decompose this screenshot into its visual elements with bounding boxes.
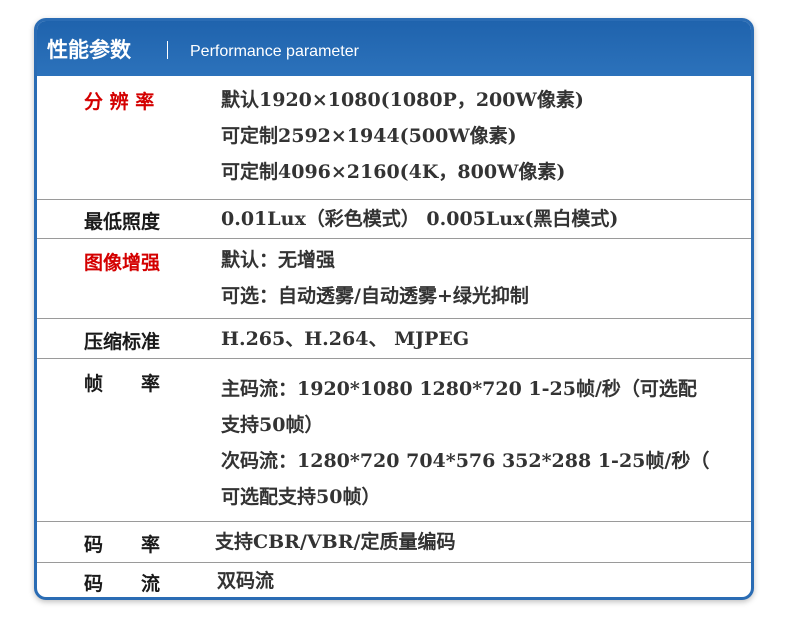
- spec-label: 分 辨 率: [84, 91, 155, 113]
- spec-value: 支持CBR/VBR/定质量编码: [215, 524, 455, 560]
- spec-row-image-enhancement: 图像增强 默认：无增强 可选：自动透雾/自动透雾+绿光抑制: [37, 239, 751, 319]
- spec-value-line: 主码流：1920*1080 1280*720 1-25帧/秒（可选配: [221, 378, 697, 400]
- card-header: 性能参数 Performance parameter: [37, 21, 751, 76]
- spec-row-min-illumination: 最低照度 0.01Lux（彩色模式） 0.005Lux(黑白模式): [37, 200, 751, 239]
- spec-value-line: 可选配支持50帧）: [221, 486, 381, 508]
- spec-value-line: 默认：无增强: [221, 249, 336, 271]
- spec-value: H.265、H.264、 MJPEG: [221, 321, 469, 357]
- spec-value-line: 0.01Lux（彩色模式） 0.005Lux(黑白模式): [221, 208, 619, 230]
- spec-value: 双码流: [217, 563, 275, 597]
- spec-label: 码 流: [84, 573, 161, 595]
- spec-row-bitrate: 码 率 支持CBR/VBR/定质量编码: [37, 522, 751, 563]
- spec-row-resolution: 分 辨 率 默认1920×1080(1080P，200W像素) 可定制2592×…: [37, 76, 751, 200]
- spec-row-stream: 码 流 双码流: [37, 563, 751, 597]
- spec-value: 0.01Lux（彩色模式） 0.005Lux(黑白模式): [221, 201, 618, 237]
- spec-value-line: 可选：自动透雾/自动透雾+绿光抑制: [221, 285, 529, 307]
- spec-value-line: 双码流: [217, 570, 275, 592]
- spec-value: 默认1920×1080(1080P，200W像素) 可定制2592×1944(5…: [221, 82, 584, 190]
- spec-row-compression: 压缩标准 H.265、H.264、 MJPEG: [37, 319, 751, 359]
- spec-value-line: 支持50帧）: [221, 414, 324, 436]
- spec-value-line: 默认1920×1080(1080P，200W像素): [221, 89, 584, 111]
- spec-label: 码 率: [84, 534, 161, 556]
- performance-card: 性能参数 Performance parameter 分 辨 率 默认1920×…: [34, 18, 754, 600]
- spec-label: 压缩标准: [84, 331, 161, 353]
- spec-value-line: H.265、H.264、 MJPEG: [221, 328, 470, 350]
- spec-value-line: 可定制4096×2160(4K，800W像素): [221, 161, 566, 183]
- spec-row-frame-rate: 帧 率 主码流：1920*1080 1280*720 1-25帧/秒（可选配 支…: [37, 359, 751, 522]
- card-title: 性能参数: [47, 38, 131, 62]
- spec-value: 主码流：1920*1080 1280*720 1-25帧/秒（可选配 支持50帧…: [221, 371, 709, 515]
- spec-label: 最低照度: [84, 211, 161, 233]
- spec-value: 默认：无增强 可选：自动透雾/自动透雾+绿光抑制: [221, 242, 529, 314]
- spec-value-line: 次码流：1280*720 704*576 352*288 1-25帧/秒（: [221, 450, 710, 472]
- card-subtitle: Performance parameter: [190, 43, 359, 60]
- spec-label: 帧 率: [84, 373, 161, 395]
- spec-value-line: 可定制2592×1944(500W像素): [221, 125, 517, 147]
- spec-value-line: 支持CBR/VBR/定质量编码: [215, 531, 456, 553]
- header-divider: [167, 41, 168, 59]
- spec-label: 图像增强: [84, 252, 161, 274]
